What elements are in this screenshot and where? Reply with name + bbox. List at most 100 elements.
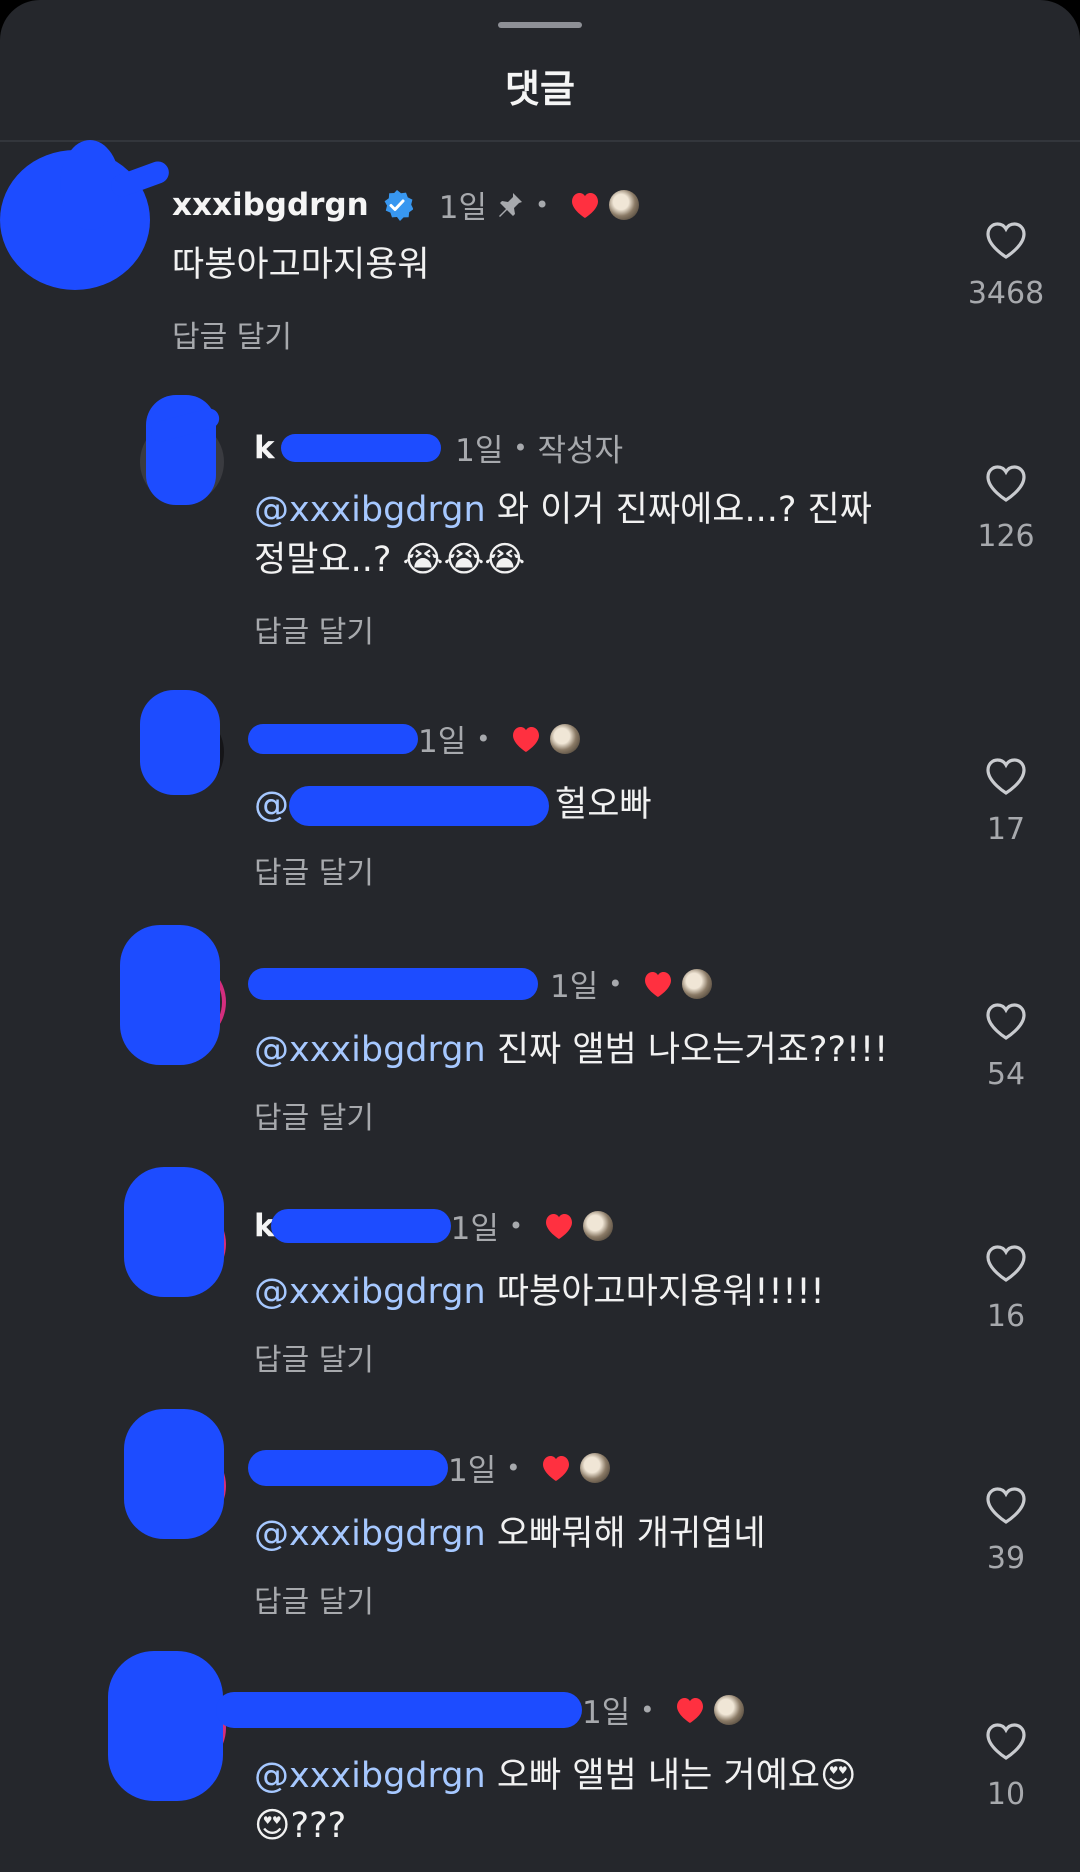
comment-text: @xxxibgdrgn 따봉아고마지용워!!!!! [254, 1267, 825, 1317]
like-button[interactable]: 39 [961, 1485, 1051, 1576]
comment-text: @xxxibgdrgn 오빠뭐해 개귀엽네 [254, 1509, 766, 1559]
author-avatar-small [583, 1210, 614, 1241]
heart-outline-icon[interactable] [984, 220, 1028, 260]
redaction-scribble [248, 723, 418, 754]
comment-item: 1일 • @ 헐오빠 답글 달기 17 [0, 680, 1080, 905]
heart-filled-icon [645, 971, 672, 997]
heart-filled-icon [543, 1455, 570, 1481]
like-count: 54 [986, 1057, 1026, 1092]
comment-item: 1일 • @xxxibgdrgn 진짜 앨범 나오는거죠??!!! 답글 달기 … [0, 925, 1080, 1150]
like-button[interactable]: 17 [961, 756, 1051, 847]
timestamp: 1일 [455, 433, 504, 469]
separator-dot: • [508, 1211, 524, 1240]
username[interactable]: k [254, 430, 275, 466]
timestamp: 1일 [450, 1211, 499, 1247]
username[interactable]: xxxibgdrgn [172, 187, 369, 223]
comment-item: 1일 • @xxxibgdrgn 오빠 앨범 내는 거예요😍😍??? 10 [0, 1651, 1080, 1872]
comment-text: @ 헐오빠 [254, 780, 652, 830]
author-avatar-small [580, 1452, 611, 1483]
timestamp: 1일 [550, 969, 599, 1005]
mention-link[interactable]: @ [254, 785, 289, 825]
comment-text: @xxxibgdrgn 와 이거 진짜에요...? 진짜 정말요..? 😭😭😭 [254, 485, 894, 585]
like-count: 3468 [967, 276, 1045, 311]
redaction-scribble [289, 786, 549, 826]
comment-header: 1일 • [248, 961, 713, 1006]
comment-text-content: 오빠뭐해 개귀엽네 [485, 1514, 766, 1554]
author-avatar-small [714, 1694, 745, 1725]
comment-text: @xxxibgdrgn 오빠 앨범 내는 거예요😍😍??? [254, 1751, 894, 1851]
separator-dot: • [640, 1695, 655, 1724]
heart-outline-icon[interactable] [984, 1001, 1028, 1041]
reply-button[interactable]: 답글 달기 [254, 848, 374, 892]
mention-link[interactable]: @xxxibgdrgn [254, 1514, 486, 1554]
separator-dot: • [534, 190, 550, 219]
heart-outline-icon[interactable] [984, 756, 1028, 796]
like-count: 17 [986, 812, 1026, 847]
separator-dot: • [608, 969, 623, 998]
comment-text-content: 헐오빠 [555, 785, 652, 825]
like-button[interactable]: 10 [961, 1721, 1051, 1812]
redaction-scribble [124, 1167, 224, 1297]
separator-dot: • [513, 433, 528, 462]
timestamp: 1일 [582, 1695, 631, 1731]
mention-link[interactable]: @xxxibgdrgn [254, 1756, 486, 1796]
heart-outline-icon[interactable] [984, 463, 1028, 503]
redaction-scribble [124, 1409, 224, 1539]
like-count: 10 [986, 1777, 1026, 1812]
comment-header: xxxibgdrgn 1일 • [172, 182, 640, 227]
author-avatar-small [682, 968, 713, 999]
redaction-scribble [108, 1651, 223, 1801]
comment-header: 1일 • [248, 1445, 611, 1490]
reply-button[interactable]: 답글 달기 [254, 1093, 374, 1137]
reply-button[interactable]: 답글 달기 [254, 1577, 374, 1621]
separator-dot: • [506, 1453, 521, 1482]
comment-header: 1일 • [216, 1687, 745, 1732]
redaction-scribble [270, 1208, 451, 1243]
like-button[interactable]: 16 [961, 1243, 1051, 1334]
mention-link[interactable]: @xxxibgdrgn [254, 490, 486, 530]
heart-filled-icon [546, 1213, 573, 1239]
comment-header: 1일 • [248, 716, 581, 761]
heart-outline-icon[interactable] [984, 1721, 1028, 1761]
timestamp: 1일 [418, 724, 467, 760]
sheet-title: 댓글 [505, 67, 575, 111]
redaction-scribble [248, 1449, 448, 1486]
drag-handle[interactable] [498, 22, 582, 28]
heart-filled-icon [677, 1697, 704, 1723]
timestamp: 1일 [448, 1453, 497, 1489]
comment-text-content: 따봉아고마지용워!!!!! [485, 1272, 825, 1312]
comment-text: @xxxibgdrgn 진짜 앨범 나오는거죠??!!! [254, 1025, 888, 1075]
reply-button[interactable]: 답글 달기 [254, 607, 374, 651]
comment-text-content: 진짜 앨범 나오는거죠??!!! [485, 1030, 889, 1070]
reply-button[interactable]: 답글 달기 [172, 312, 292, 356]
redaction-scribble [248, 967, 538, 1000]
separator-dot: • [476, 724, 491, 753]
comment-item: 1일 • @xxxibgdrgn 오빠뭐해 개귀엽네 답글 달기 39 [0, 1409, 1080, 1634]
like-button[interactable]: 54 [961, 1001, 1051, 1092]
like-count: 126 [977, 519, 1035, 554]
comments-sheet: 댓글 xxxibgdrgn 1일 • 따봉아고마지용워 답글 달기 3468 k… [0, 0, 1080, 1872]
redaction-scribble [120, 925, 220, 1065]
mention-link[interactable]: @xxxibgdrgn [254, 1030, 486, 1070]
heart-filled-icon [513, 726, 540, 752]
reply-button[interactable]: 답글 달기 [254, 1335, 374, 1379]
author-tag: 작성자 [537, 433, 624, 469]
mention-link[interactable]: @xxxibgdrgn [254, 1272, 486, 1312]
like-count: 39 [986, 1541, 1026, 1576]
verified-badge-icon [384, 189, 413, 221]
author-avatar-small [550, 723, 581, 754]
comment-item: xxxibgdrgn 1일 • 따봉아고마지용워 답글 달기 3468 [0, 140, 1080, 360]
comment-text: 따봉아고마지용워 [172, 240, 430, 290]
like-count: 16 [986, 1299, 1026, 1334]
heart-outline-icon[interactable] [984, 1485, 1028, 1525]
comment-item: k 1일 • @xxxibgdrgn 따봉아고마지용워!!!!! 답글 달기 1… [0, 1167, 1080, 1392]
redaction-scribble [280, 433, 441, 462]
redaction-scribble [216, 1691, 582, 1728]
comment-text-content: 따봉아고마지용워 [172, 245, 430, 285]
pin-icon [498, 192, 522, 217]
heart-filled-icon [572, 192, 599, 218]
heart-outline-icon[interactable] [984, 1243, 1028, 1283]
like-button[interactable]: 126 [961, 463, 1051, 554]
like-button[interactable]: 3468 [961, 220, 1051, 311]
redaction-scribble [140, 690, 220, 795]
